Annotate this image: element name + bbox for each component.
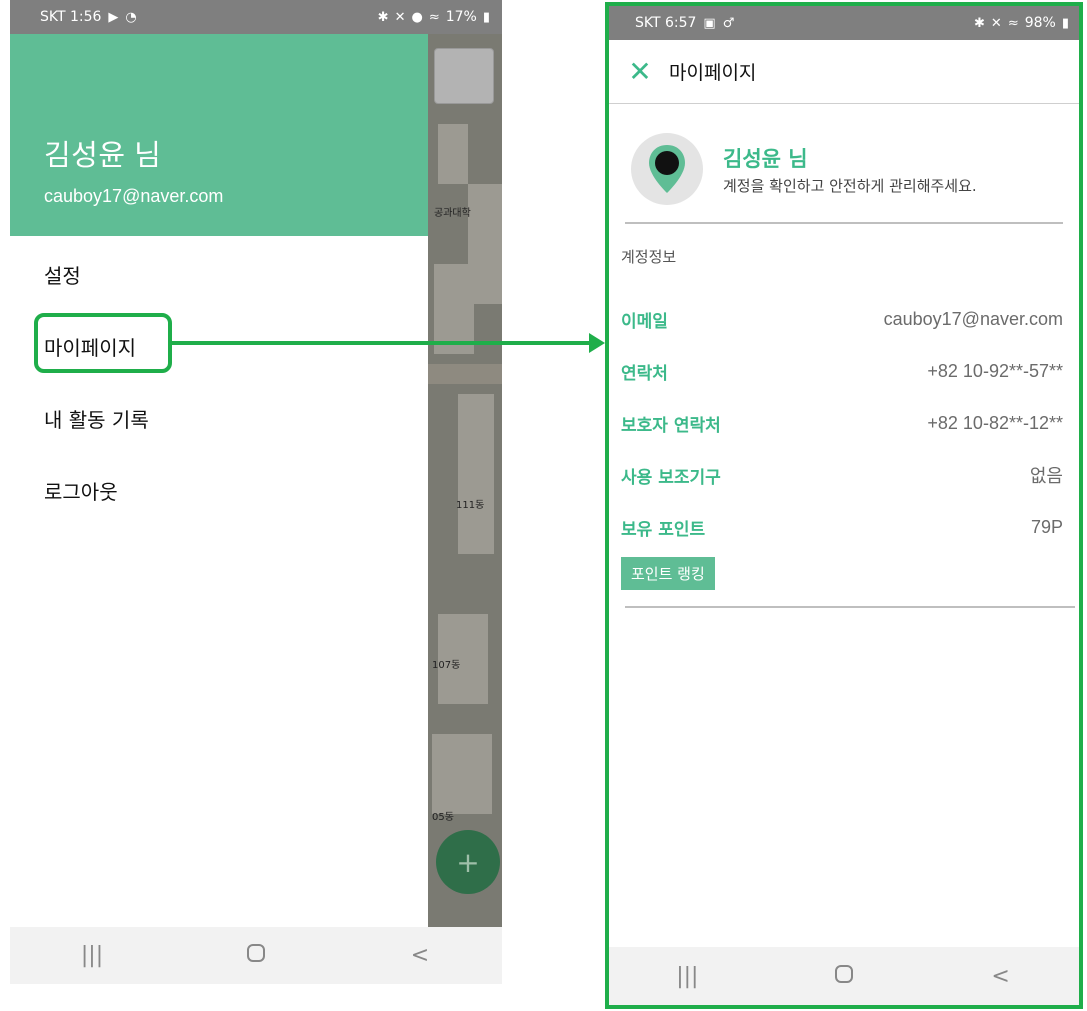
status-bar: SKT 1:56 ▶ ◔ ✱ ✕ ● ≈ 17% ▮: [10, 0, 502, 34]
mute-icon: ✕: [394, 9, 406, 25]
video-icon: ▶: [108, 9, 119, 25]
profile-subtitle: 계정을 확인하고 안전하게 관리해주세요.: [723, 176, 977, 195]
info-row-points: 보유 포인트 79P: [621, 501, 1063, 553]
comparison-figure: SKT 1:56 ▶ ◔ ✱ ✕ ● ≈ 17% ▮ 공과대학 111동 107…: [0, 0, 1087, 1011]
row-value: cauboy17@naver.com: [883, 308, 1063, 329]
battery-icon: ▮: [1061, 15, 1069, 31]
alarm-icon: ◔: [125, 9, 137, 25]
info-row-guardian-phone: 보호자 연락처 +82 10-82**-12**: [621, 397, 1063, 449]
info-row-assistive-device: 사용 보조기구 없음: [621, 449, 1063, 501]
avatar: [631, 133, 703, 205]
profile-card: 김성윤 님 계정을 확인하고 안전하게 관리해주세요.: [625, 116, 1063, 224]
mypage-highlight-box: [34, 313, 172, 373]
section-divider: [625, 606, 1075, 608]
row-label: 보유 포인트: [621, 519, 706, 540]
battery-percent: 17%: [445, 9, 477, 25]
status-bar: SKT 6:57 ▣ ♂ ✱ ✕ ≈ 98% ▮: [609, 6, 1079, 40]
row-label: 연락처: [621, 363, 668, 384]
home-button[interactable]: [226, 943, 286, 968]
user-email: cauboy17@naver.com: [44, 186, 224, 206]
map-label: 공과대학: [434, 208, 471, 219]
plus-icon: +: [456, 845, 480, 879]
gallery-icon: ▣: [703, 15, 716, 31]
user-name: 김성윤 님: [44, 140, 162, 172]
map-label: 05동: [432, 812, 454, 823]
recent-apps-button[interactable]: |||: [62, 943, 122, 968]
row-label: 이메일: [621, 311, 668, 332]
home-button[interactable]: [814, 964, 874, 989]
profile-name: 김성윤 님: [723, 146, 808, 171]
row-value: 79P: [1030, 516, 1063, 537]
location-icon: ●: [411, 9, 423, 25]
drawer-item-settings[interactable]: 설정: [10, 238, 428, 310]
app-notification-icon: ♂: [722, 15, 735, 31]
system-nav-bar: ||| <: [10, 927, 502, 984]
recent-apps-button[interactable]: |||: [657, 964, 717, 989]
add-fab-button[interactable]: +: [436, 830, 500, 894]
carrier-time: SKT 6:57: [635, 15, 697, 31]
map-label: 107동: [432, 660, 461, 671]
bluetooth-icon: ✱: [974, 15, 985, 31]
left-phone-screen: SKT 1:56 ▶ ◔ ✱ ✕ ● ≈ 17% ▮ 공과대학 111동 107…: [10, 0, 502, 1011]
info-row-email: 이메일 cauboy17@naver.com: [621, 293, 1063, 345]
row-value: +82 10-82**-12**: [927, 412, 1063, 433]
location-pin-icon: [649, 145, 685, 193]
account-info-section: 계정정보 이메일 cauboy17@naver.com 연락처 +82 10-9…: [621, 246, 1063, 590]
map-background: 공과대학 111동 107동 05동 +: [428, 34, 502, 984]
drawer-header: 김성윤 님 cauboy17@naver.com: [10, 34, 428, 236]
row-value: +82 10-92**-57**: [927, 360, 1063, 381]
row-label: 사용 보조기구: [621, 467, 721, 488]
arrow-head-icon: [589, 333, 605, 353]
drawer-menu: 설정 마이페이지 내 활동 기록 로그아웃: [10, 238, 428, 526]
page-title: 마이페이지: [669, 62, 757, 84]
arrow-line: [172, 341, 592, 345]
back-button[interactable]: <: [390, 943, 450, 968]
drawer-item-logout[interactable]: 로그아웃: [10, 454, 428, 526]
home-icon: [834, 964, 853, 983]
map-label: 111동: [456, 500, 485, 511]
right-phone-screen: SKT 6:57 ▣ ♂ ✱ ✕ ≈ 98% ▮ ✕ 마이페이지 김성윤 님 계…: [605, 2, 1083, 1009]
info-row-phone: 연락처 +82 10-92**-57**: [621, 345, 1063, 397]
drawer-item-activity-log[interactable]: 내 활동 기록: [10, 382, 428, 454]
section-title: 계정정보: [621, 248, 677, 266]
home-icon: [247, 944, 265, 962]
wifi-signal-icon: ≈: [1007, 15, 1019, 31]
point-ranking-button[interactable]: 포인트 랭킹: [621, 557, 715, 590]
bluetooth-icon: ✱: [377, 9, 389, 25]
mute-icon: ✕: [990, 15, 1002, 31]
carrier-time: SKT 1:56: [40, 9, 102, 25]
row-label: 보호자 연락처: [621, 415, 721, 436]
wifi-signal-icon: ≈: [428, 9, 440, 25]
system-nav-bar: ||| <: [609, 947, 1079, 1005]
app-bar: ✕ 마이페이지: [609, 40, 1079, 104]
back-button[interactable]: <: [971, 964, 1031, 989]
row-value: 없음: [1029, 466, 1063, 486]
battery-percent: 98%: [1024, 15, 1056, 31]
navigation-drawer: 김성윤 님 cauboy17@naver.com 설정 마이페이지 내 활동 기…: [10, 34, 428, 984]
battery-icon: ▮: [482, 9, 490, 25]
close-icon[interactable]: ✕: [623, 57, 657, 86]
map-search-box: [434, 48, 494, 104]
